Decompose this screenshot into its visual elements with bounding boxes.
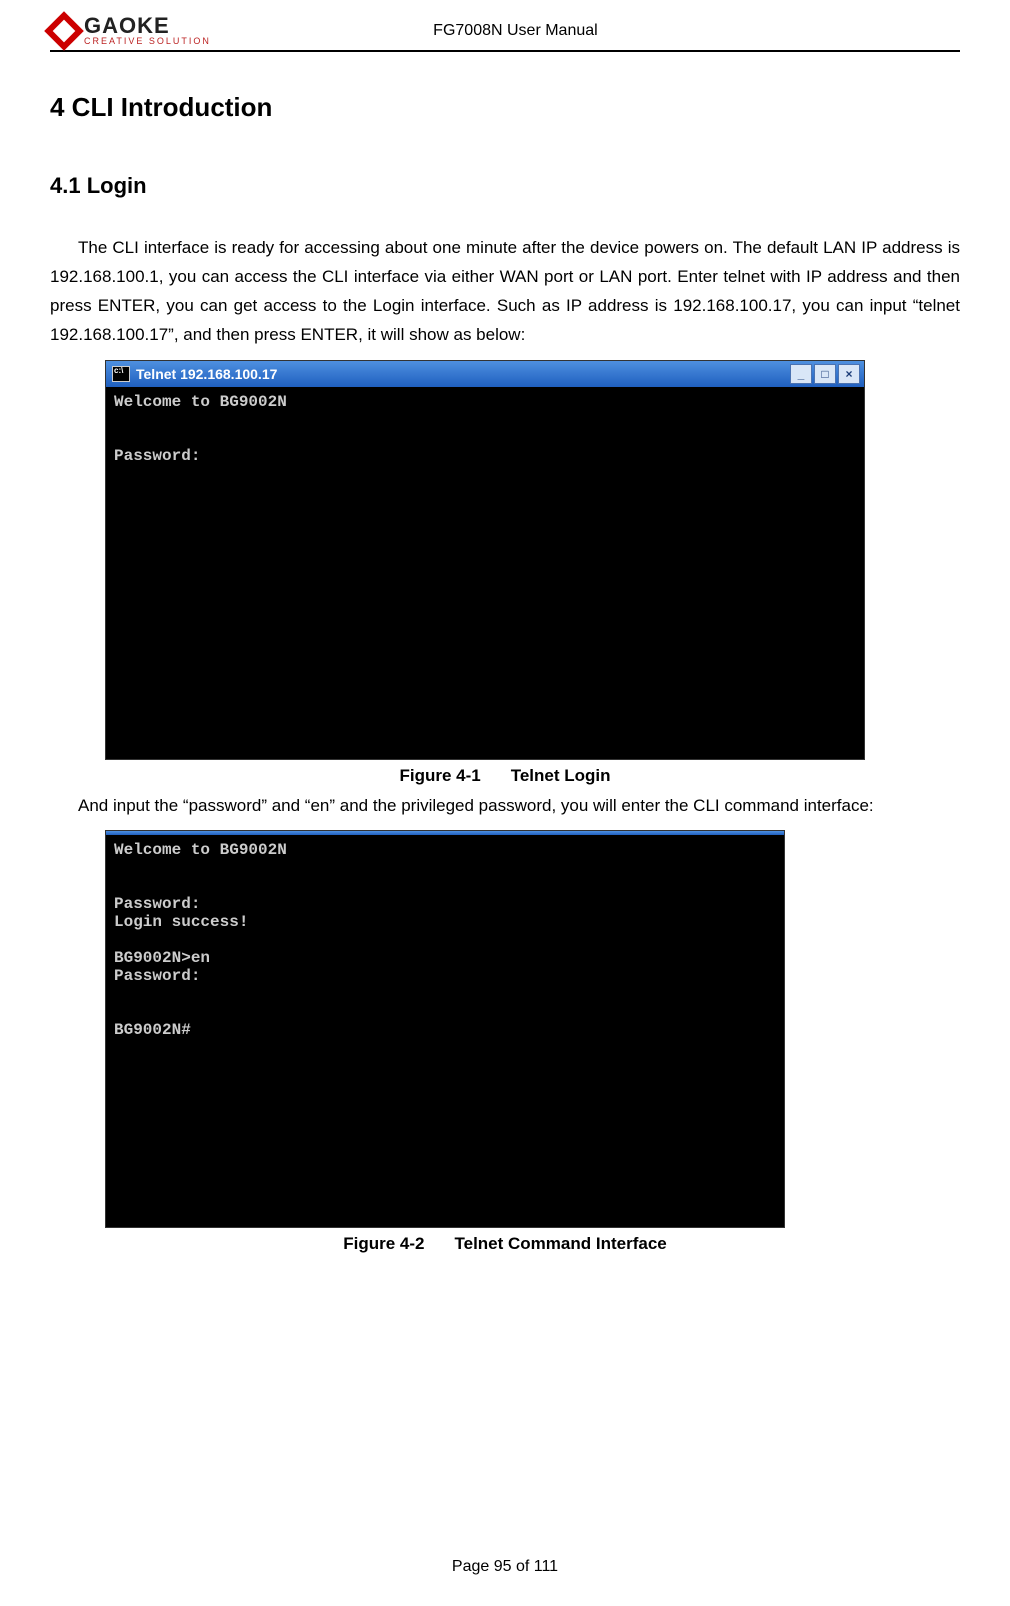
figure-2-number: Figure 4-2: [343, 1234, 424, 1253]
window-titlebar: Telnet 192.168.100.17 _ □ ×: [106, 361, 864, 387]
figure-1: Telnet 192.168.100.17 _ □ × Welcome to B…: [105, 360, 960, 760]
figure-2: Welcome to BG9002N Password: Login succe…: [105, 830, 960, 1228]
brand-logo-icon: [44, 11, 84, 51]
window-title: Telnet 192.168.100.17: [136, 366, 277, 382]
figure-2-caption: Figure 4-2 Telnet Command Interface: [50, 1234, 960, 1254]
telnet-window: Telnet 192.168.100.17 _ □ × Welcome to B…: [105, 360, 865, 760]
terminal-output-2: Welcome to BG9002N Password: Login succe…: [106, 835, 784, 1227]
terminal-output: Welcome to BG9002N Password:: [106, 387, 864, 759]
telnet-command-window: Welcome to BG9002N Password: Login succe…: [105, 830, 785, 1228]
close-button[interactable]: ×: [838, 364, 860, 384]
page-footer: Page 95 of 111: [0, 1558, 1010, 1576]
intro-paragraph: The CLI interface is ready for accessing…: [50, 234, 960, 350]
brand-name: GAOKE: [84, 15, 211, 37]
maximize-button[interactable]: □: [814, 364, 836, 384]
minimize-button[interactable]: _: [790, 364, 812, 384]
mid-paragraph: And input the “password” and “en” and th…: [50, 792, 960, 821]
window-controls: _ □ ×: [790, 364, 860, 384]
figure-2-title: Telnet Command Interface: [455, 1234, 667, 1253]
header-divider: [50, 50, 960, 52]
document-title: FG7008N User Manual: [211, 22, 820, 40]
chapter-heading: 4 CLI Introduction: [50, 92, 960, 123]
section-heading: 4.1 Login: [50, 173, 960, 199]
page-header: GAOKE CREATIVE SOLUTION FG7008N User Man…: [50, 15, 960, 50]
brand-logo: GAOKE CREATIVE SOLUTION: [50, 15, 211, 46]
figure-1-caption: Figure 4-1 Telnet Login: [50, 766, 960, 786]
figure-1-number: Figure 4-1: [399, 766, 480, 785]
figure-1-title: Telnet Login: [511, 766, 611, 785]
brand-tagline: CREATIVE SOLUTION: [84, 37, 211, 46]
cmd-icon: [112, 366, 130, 382]
